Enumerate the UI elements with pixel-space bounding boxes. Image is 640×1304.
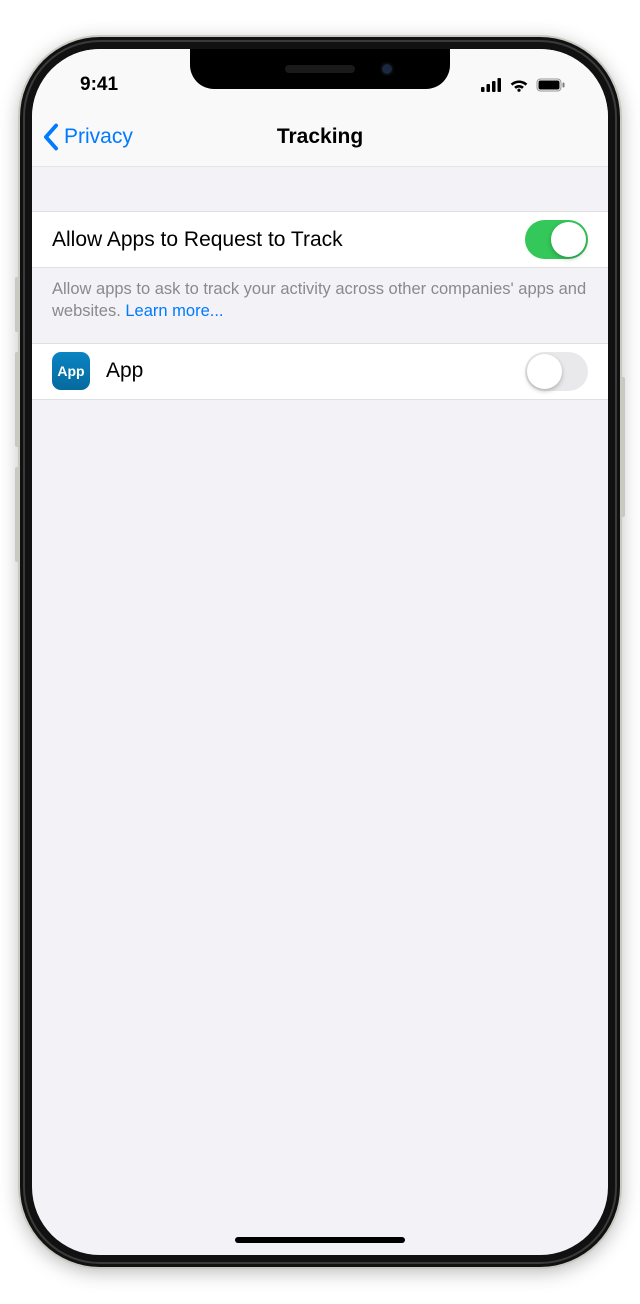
power-button (620, 377, 625, 517)
allow-tracking-label: Allow Apps to Request to Track (52, 228, 525, 252)
speaker-grille (285, 65, 355, 73)
learn-more-link[interactable]: Learn more... (125, 302, 223, 320)
status-time: 9:41 (80, 74, 118, 96)
app-name-label: App (106, 359, 525, 383)
status-icons (481, 78, 566, 92)
front-camera (380, 62, 394, 76)
home-indicator[interactable] (235, 1237, 405, 1243)
navigation-bar: Privacy Tracking (32, 107, 608, 167)
volume-up-button (15, 352, 20, 447)
allow-tracking-footer: Allow apps to ask to track your activity… (32, 268, 608, 343)
device-frame: 9:41 (20, 37, 620, 1267)
allow-tracking-cell: Allow Apps to Request to Track (32, 211, 608, 268)
apps-list: App App (32, 343, 608, 400)
content-area: Allow Apps to Request to Track Allow app… (32, 167, 608, 400)
wifi-icon (509, 78, 529, 92)
back-button[interactable]: Privacy (42, 123, 133, 151)
back-button-label: Privacy (64, 125, 133, 149)
allow-tracking-toggle[interactable] (525, 220, 588, 259)
app-icon: App (52, 352, 90, 390)
cellular-icon (481, 78, 502, 92)
app-tracking-toggle[interactable] (525, 352, 588, 391)
notch (190, 49, 450, 89)
battery-icon (536, 78, 566, 92)
volume-down-button (15, 467, 20, 562)
chevron-left-icon (42, 123, 60, 151)
mute-switch (15, 277, 20, 332)
page-title: Tracking (277, 125, 363, 149)
app-cell: App App (32, 343, 608, 400)
screen: 9:41 (32, 49, 608, 1255)
